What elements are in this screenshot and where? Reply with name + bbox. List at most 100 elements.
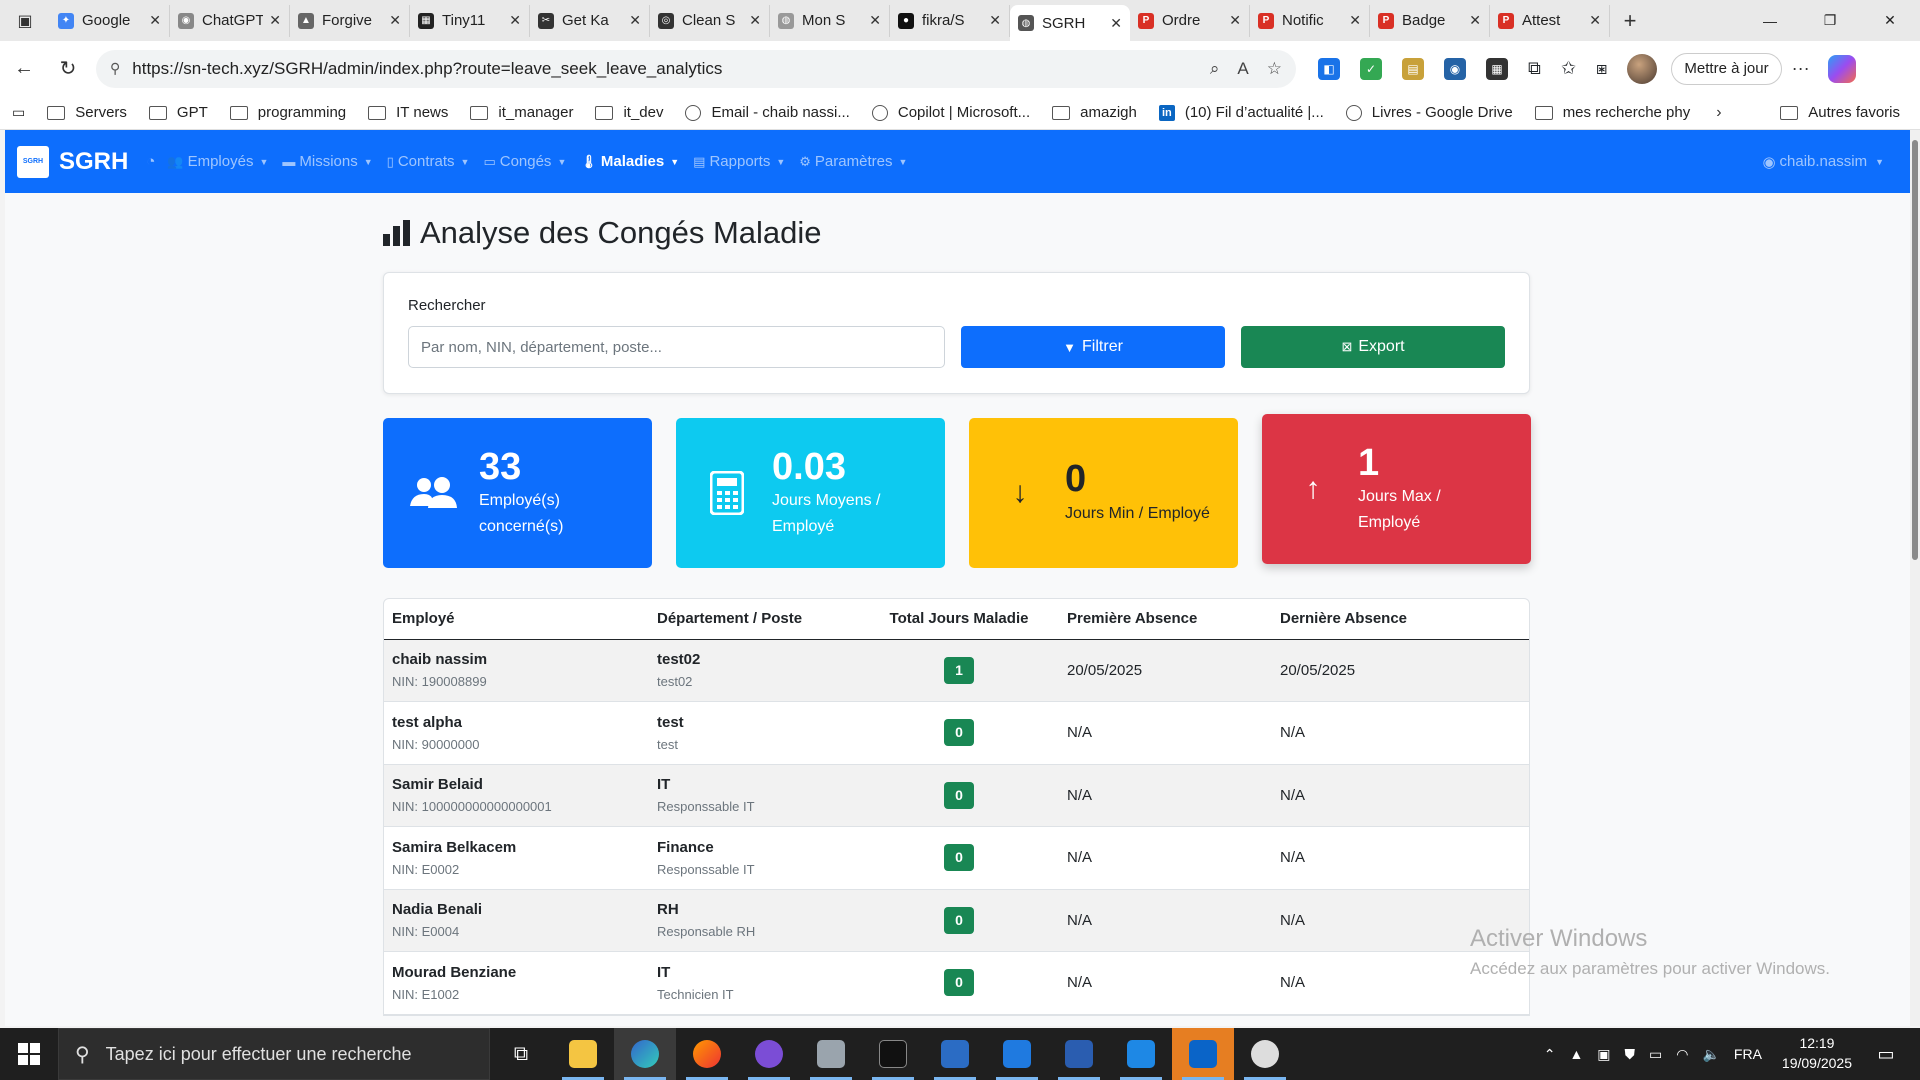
browser-tab[interactable]: ✦ Google ✕	[50, 4, 170, 37]
close-tab-icon[interactable]: ✕	[749, 12, 761, 29]
browser-tab[interactable]: ◎ Clean S ✕	[650, 4, 770, 37]
url-text[interactable]: https://sn-tech.xyz/SGRH/admin/index.php…	[132, 59, 1210, 79]
close-tab-icon[interactable]: ✕	[1469, 12, 1481, 29]
outlook-icon[interactable]	[1172, 1028, 1234, 1080]
restore-button[interactable]: ❐	[1800, 0, 1860, 41]
bookmark-item[interactable]: GPT	[148, 104, 208, 121]
powershell-icon[interactable]	[1048, 1028, 1110, 1080]
table-row[interactable]: chaib nassim NIN: 190008899 test02 test02 1 2…	[384, 639, 1529, 702]
nav-thermometer[interactable]: 🌡 Maladies ▼	[580, 153, 679, 170]
profile-avatar[interactable]	[1627, 53, 1658, 84]
close-tab-icon[interactable]: ✕	[149, 12, 161, 29]
extension-icon[interactable]: ◧	[1318, 57, 1340, 80]
table-row[interactable]: Nadia Benali NIN: E0004 RH Responsable RH 0 N…	[384, 889, 1529, 952]
site-info-icon[interactable]: ⚲	[110, 60, 120, 77]
table-row[interactable]: Samira Belkacem NIN: E0002 Finance Responss…	[384, 826, 1529, 890]
terminal-icon[interactable]	[862, 1028, 924, 1080]
more-menu-icon[interactable]: ···	[1792, 58, 1810, 79]
nav-report[interactable]: ▤ Rapports ▼	[693, 153, 785, 170]
nav-gear[interactable]: ⚙ Paramètres ▼	[799, 153, 907, 170]
column-header[interactable]: Employé	[384, 599, 649, 640]
column-header[interactable]: Première Absence	[1059, 599, 1272, 640]
nav-users[interactable]: 👥 Employés ▼	[167, 153, 268, 170]
bookmark-item[interactable]: amazigh	[1052, 104, 1137, 121]
close-tab-icon[interactable]: ✕	[629, 12, 641, 29]
start-button[interactable]	[0, 1028, 58, 1080]
powershell-alt-icon[interactable]	[986, 1028, 1048, 1080]
language-indicator[interactable]: FRA	[1734, 1046, 1762, 1062]
vscode-icon[interactable]	[1110, 1028, 1172, 1080]
tray-chevron-icon[interactable]: ⌃	[1544, 1046, 1556, 1063]
page-scrollbar[interactable]	[1910, 130, 1920, 1026]
browser-tab[interactable]: P Notific ✕	[1250, 4, 1370, 37]
copilot-icon[interactable]	[1827, 54, 1856, 83]
close-tab-icon[interactable]: ✕	[1589, 12, 1601, 29]
close-tab-icon[interactable]: ✕	[509, 12, 521, 29]
scroll-thumb[interactable]	[1912, 140, 1918, 560]
dashboard-icon[interactable]: ◔	[146, 153, 155, 170]
more-bookmarks-chevron-icon[interactable]: ›	[1716, 104, 1721, 122]
bookmark-item[interactable]: Livres - Google Drive	[1345, 104, 1513, 121]
brand[interactable]: SGRH SGRH	[17, 145, 128, 178]
back-button[interactable]: ←	[4, 49, 44, 89]
bookmark-item[interactable]: IT news	[368, 104, 448, 121]
battery-icon[interactable]: ▭	[1649, 1046, 1662, 1063]
remote-desktop-icon[interactable]	[924, 1028, 986, 1080]
browser-tab[interactable]: ▦ Tiny11 ✕	[410, 4, 530, 37]
close-tab-icon[interactable]: ✕	[389, 12, 401, 29]
reading-list-icon[interactable]: ▭	[12, 104, 25, 121]
bookmark-item[interactable]: programming	[229, 104, 346, 121]
browser-tab[interactable]: P Attest ✕	[1490, 4, 1610, 37]
security-icon[interactable]: ⛊	[1625, 1046, 1636, 1063]
bookmark-item[interactable]: Servers	[47, 104, 127, 121]
export-button[interactable]: ⊠ Export	[1241, 326, 1505, 368]
table-row[interactable]: Mourad Benziane NIN: E1002 IT Technicien IT…	[384, 951, 1529, 1015]
user-menu[interactable]: ◉ chaib.nassim ▼	[1762, 153, 1884, 171]
close-tab-icon[interactable]: ✕	[1349, 12, 1361, 29]
column-header[interactable]: Dernière Absence	[1272, 599, 1529, 640]
notifications-icon[interactable]: ▭	[1866, 1044, 1906, 1065]
close-tab-icon[interactable]: ✕	[1229, 12, 1241, 29]
minimize-button[interactable]: —	[1740, 0, 1800, 41]
bookmark-item[interactable]: in (10) Fil d’actualité |...	[1158, 104, 1324, 121]
zoom-icon[interactable]: ⌕	[1210, 59, 1220, 79]
clock[interactable]: 12:19 19/09/2025	[1782, 1034, 1852, 1073]
browser-tab[interactable]: ◍ SGRH ✕	[1010, 5, 1130, 41]
favorites-icon[interactable]: ✩	[1561, 58, 1576, 79]
url-field[interactable]: ⚲ https://sn-tech.xyz/SGRH/admin/index.p…	[96, 49, 1296, 88]
new-tab-button[interactable]: +	[1610, 0, 1650, 41]
bookmark-item[interactable]: Email - chaib nassi...	[685, 104, 850, 121]
qr-code-icon[interactable]: ▦	[1486, 57, 1508, 80]
shield-extension-icon[interactable]: ✓	[1360, 57, 1382, 80]
browser-tab[interactable]: ◉ ChatGPT ✕	[170, 4, 290, 37]
table-row[interactable]: test alpha NIN: 90000000 test test 0 N/A N/A	[384, 701, 1529, 765]
column-header[interactable]: Département / Poste	[649, 599, 859, 640]
table-row[interactable]: Samir Belaid NIN: 100000000000000001 IT Res…	[384, 764, 1529, 827]
favorite-star-icon[interactable]: ☆	[1267, 59, 1282, 79]
other-bookmarks[interactable]: Autres favoris	[1780, 104, 1900, 121]
browser-tab[interactable]: ◍ Mon S ✕	[770, 4, 890, 37]
search-input[interactable]	[408, 326, 946, 368]
nav-file[interactable]: ▯ Contrats ▼	[387, 153, 470, 170]
github-desktop-icon[interactable]	[738, 1028, 800, 1080]
firefox-icon[interactable]	[676, 1028, 738, 1080]
network-icon[interactable]: ◠	[1676, 1046, 1688, 1063]
nav-briefcase[interactable]: ▬ Missions ▼	[282, 153, 372, 170]
tray-app-icon[interactable]: ▣	[1597, 1046, 1610, 1063]
bookmark-item[interactable]: mes recherche phy	[1534, 104, 1690, 121]
update-button[interactable]: Mettre à jour	[1671, 52, 1782, 85]
paint-icon[interactable]	[1234, 1028, 1296, 1080]
extension-icon[interactable]: ◉	[1444, 57, 1466, 80]
column-header[interactable]: Total Jours Maladie	[859, 599, 1059, 640]
browser-tab[interactable]: ● fikra/S ✕	[890, 4, 1010, 37]
extensions-puzzle-icon[interactable]: ⧉	[1528, 58, 1541, 79]
close-window-button[interactable]: ✕	[1860, 0, 1920, 41]
collections-icon[interactable]: ⧆	[1596, 58, 1607, 79]
browser-tab[interactable]: P Badge ✕	[1370, 4, 1490, 37]
bookmark-item[interactable]: it_dev	[595, 104, 663, 121]
file-explorer-icon[interactable]	[552, 1028, 614, 1080]
bookmark-item[interactable]: it_manager	[470, 104, 573, 121]
printer-app-icon[interactable]	[800, 1028, 862, 1080]
google-drive-icon[interactable]: ▲	[1569, 1046, 1583, 1062]
edge-browser-icon[interactable]	[614, 1028, 676, 1080]
